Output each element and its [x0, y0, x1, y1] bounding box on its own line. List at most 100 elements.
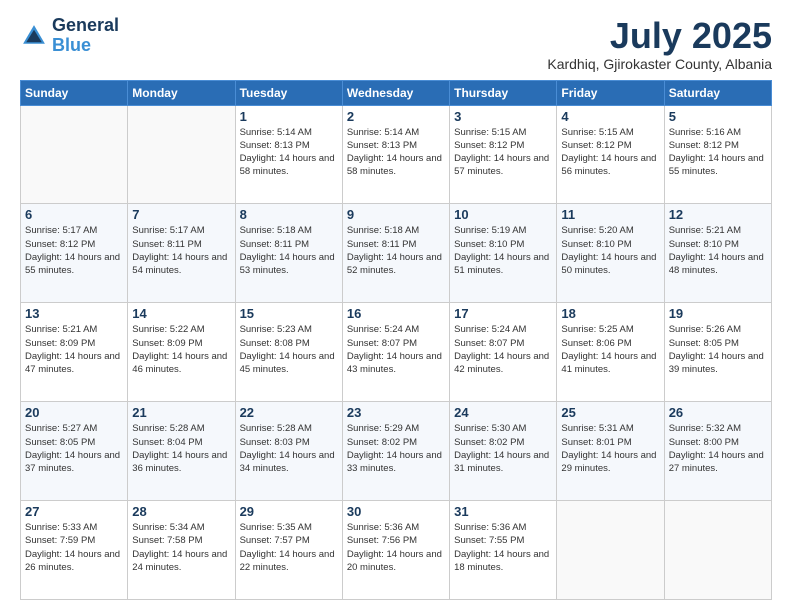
logo-icon: [20, 22, 48, 50]
calendar-week-row: 27 Sunrise: 5:33 AM Sunset: 7:59 PM Dayli…: [21, 501, 772, 600]
day-info: Sunrise: 5:24 AM Sunset: 8:07 PM Dayligh…: [347, 323, 445, 376]
day-number: 29: [240, 504, 338, 519]
calendar-cell: 31Sunrise: 5:36 AM Sunset: 7:55 PM Dayli…: [450, 501, 557, 600]
calendar-cell: 11Sunrise: 5:20 AM Sunset: 8:10 PM Dayli…: [557, 204, 664, 303]
weekday-header: Saturday: [664, 80, 771, 105]
weekday-header: Monday: [128, 80, 235, 105]
calendar-week-row: 6Sunrise: 5:17 AM Sunset: 8:12 PM Daylig…: [21, 204, 772, 303]
day-number: 24: [454, 405, 552, 420]
calendar-cell: 17Sunrise: 5:24 AM Sunset: 8:07 PM Dayli…: [450, 303, 557, 402]
day-number: 11: [561, 207, 659, 222]
day-info: Sunrise: 5:23 AM Sunset: 8:08 PM Dayligh…: [240, 323, 338, 376]
calendar-cell: 18 Sunrise: 5:25 AM Sunset: 8:06 PM Dayli…: [557, 303, 664, 402]
weekday-header: Sunday: [21, 80, 128, 105]
calendar-cell: 5 Sunrise: 5:16 AM Sunset: 8:12 PM Daylig…: [664, 105, 771, 204]
day-info: Sunrise: 5:15 AM Sunset: 8:12 PM Dayligh…: [454, 126, 552, 179]
day-number: 30: [347, 504, 445, 519]
day-number: 25: [561, 405, 659, 420]
day-info: Sunrise: 5:21 AM Sunset: 8:10 PM Dayligh…: [669, 224, 767, 277]
day-number: 20: [25, 405, 123, 420]
calendar-cell: 9Sunrise: 5:18 AM Sunset: 8:11 PM Daylig…: [342, 204, 449, 303]
calendar-cell: 7 Sunrise: 5:17 AM Sunset: 8:11 PM Daylig…: [128, 204, 235, 303]
calendar-week-row: 1 Sunrise: 5:14 AM Sunset: 8:13 PM Daylig…: [21, 105, 772, 204]
calendar-cell: 14 Sunrise: 5:22 AM Sunset: 8:09 PM Dayli…: [128, 303, 235, 402]
day-info: Sunrise: 5:28 AM Sunset: 8:04 PM Dayligh…: [132, 422, 230, 475]
day-number: 28: [132, 504, 230, 519]
day-number: 27: [25, 504, 123, 519]
day-info: Sunrise: 5:15 AM Sunset: 8:12 PM Dayligh…: [561, 126, 659, 179]
day-info: Sunrise: 5:28 AM Sunset: 8:03 PM Dayligh…: [240, 422, 338, 475]
calendar-cell: 8 Sunrise: 5:18 AM Sunset: 8:11 PM Daylig…: [235, 204, 342, 303]
calendar-cell: 28 Sunrise: 5:34 AM Sunset: 7:58 PM Dayli…: [128, 501, 235, 600]
title-block: July 2025 Kardhiq, Gjirokaster County, A…: [547, 16, 772, 72]
day-info: Sunrise: 5:29 AM Sunset: 8:02 PM Dayligh…: [347, 422, 445, 475]
day-number: 2: [347, 109, 445, 124]
day-number: 13: [25, 306, 123, 321]
day-info: Sunrise: 5:14 AM Sunset: 8:13 PM Dayligh…: [347, 126, 445, 179]
day-info: Sunrise: 5:32 AM Sunset: 8:00 PM Dayligh…: [669, 422, 767, 475]
logo: General Blue: [20, 16, 119, 56]
day-info: Sunrise: 5:36 AM Sunset: 7:56 PM Dayligh…: [347, 521, 445, 574]
calendar-table: SundayMondayTuesdayWednesdayThursdayFrid…: [20, 80, 772, 600]
location-title: Kardhiq, Gjirokaster County, Albania: [547, 56, 772, 72]
day-number: 23: [347, 405, 445, 420]
calendar-cell: [128, 105, 235, 204]
day-info: Sunrise: 5:22 AM Sunset: 8:09 PM Dayligh…: [132, 323, 230, 376]
calendar-cell: 2 Sunrise: 5:14 AM Sunset: 8:13 PM Daylig…: [342, 105, 449, 204]
day-info: Sunrise: 5:33 AM Sunset: 7:59 PM Dayligh…: [25, 521, 123, 574]
day-number: 4: [561, 109, 659, 124]
day-number: 21: [132, 405, 230, 420]
calendar-week-row: 20 Sunrise: 5:27 AM Sunset: 8:05 PM Dayli…: [21, 402, 772, 501]
day-number: 18: [561, 306, 659, 321]
calendar-cell: 30 Sunrise: 5:36 AM Sunset: 7:56 PM Dayli…: [342, 501, 449, 600]
day-number: 8: [240, 207, 338, 222]
day-number: 1: [240, 109, 338, 124]
weekday-header: Wednesday: [342, 80, 449, 105]
day-info: Sunrise: 5:35 AM Sunset: 7:57 PM Dayligh…: [240, 521, 338, 574]
day-info: Sunrise: 5:30 AM Sunset: 8:02 PM Dayligh…: [454, 422, 552, 475]
calendar-cell: 22Sunrise: 5:28 AM Sunset: 8:03 PM Dayli…: [235, 402, 342, 501]
day-info: Sunrise: 5:31 AM Sunset: 8:01 PM Dayligh…: [561, 422, 659, 475]
day-number: 15: [240, 306, 338, 321]
day-info: Sunrise: 5:21 AM Sunset: 8:09 PM Dayligh…: [25, 323, 123, 376]
calendar-cell: 19Sunrise: 5:26 AM Sunset: 8:05 PM Dayli…: [664, 303, 771, 402]
day-number: 3: [454, 109, 552, 124]
day-number: 9: [347, 207, 445, 222]
weekday-header: Friday: [557, 80, 664, 105]
day-info: Sunrise: 5:25 AM Sunset: 8:06 PM Dayligh…: [561, 323, 659, 376]
day-info: Sunrise: 5:36 AM Sunset: 7:55 PM Dayligh…: [454, 521, 552, 574]
day-info: Sunrise: 5:27 AM Sunset: 8:05 PM Dayligh…: [25, 422, 123, 475]
logo-line2: Blue: [52, 35, 91, 55]
day-number: 5: [669, 109, 767, 124]
day-number: 12: [669, 207, 767, 222]
day-number: 14: [132, 306, 230, 321]
day-info: Sunrise: 5:17 AM Sunset: 8:11 PM Dayligh…: [132, 224, 230, 277]
calendar-cell: 10 Sunrise: 5:19 AM Sunset: 8:10 PM Dayli…: [450, 204, 557, 303]
calendar-cell: 29 Sunrise: 5:35 AM Sunset: 7:57 PM Dayli…: [235, 501, 342, 600]
calendar-cell: [557, 501, 664, 600]
calendar-cell: 15 Sunrise: 5:23 AM Sunset: 8:08 PM Dayli…: [235, 303, 342, 402]
day-info: Sunrise: 5:34 AM Sunset: 7:58 PM Dayligh…: [132, 521, 230, 574]
day-info: Sunrise: 5:14 AM Sunset: 8:13 PM Dayligh…: [240, 126, 338, 179]
day-number: 10: [454, 207, 552, 222]
calendar-cell: 20 Sunrise: 5:27 AM Sunset: 8:05 PM Dayli…: [21, 402, 128, 501]
calendar-cell: 4 Sunrise: 5:15 AM Sunset: 8:12 PM Daylig…: [557, 105, 664, 204]
calendar-cell: 16 Sunrise: 5:24 AM Sunset: 8:07 PM Dayli…: [342, 303, 449, 402]
day-number: 7: [132, 207, 230, 222]
calendar-cell: 23 Sunrise: 5:29 AM Sunset: 8:02 PM Dayli…: [342, 402, 449, 501]
calendar-cell: [21, 105, 128, 204]
day-info: Sunrise: 5:26 AM Sunset: 8:05 PM Dayligh…: [669, 323, 767, 376]
calendar-cell: 12 Sunrise: 5:21 AM Sunset: 8:10 PM Dayli…: [664, 204, 771, 303]
day-info: Sunrise: 5:16 AM Sunset: 8:12 PM Dayligh…: [669, 126, 767, 179]
logo-text: General Blue: [52, 16, 119, 56]
day-info: Sunrise: 5:18 AM Sunset: 8:11 PM Dayligh…: [240, 224, 338, 277]
calendar-header-row: SundayMondayTuesdayWednesdayThursdayFrid…: [21, 80, 772, 105]
header: General Blue July 2025 Kardhiq, Gjirokas…: [20, 16, 772, 72]
calendar-cell: 26Sunrise: 5:32 AM Sunset: 8:00 PM Dayli…: [664, 402, 771, 501]
day-info: Sunrise: 5:17 AM Sunset: 8:12 PM Dayligh…: [25, 224, 123, 277]
calendar-cell: 21 Sunrise: 5:28 AM Sunset: 8:04 PM Dayli…: [128, 402, 235, 501]
day-info: Sunrise: 5:19 AM Sunset: 8:10 PM Dayligh…: [454, 224, 552, 277]
calendar-cell: [664, 501, 771, 600]
day-number: 16: [347, 306, 445, 321]
page: General Blue July 2025 Kardhiq, Gjirokas…: [0, 0, 792, 612]
